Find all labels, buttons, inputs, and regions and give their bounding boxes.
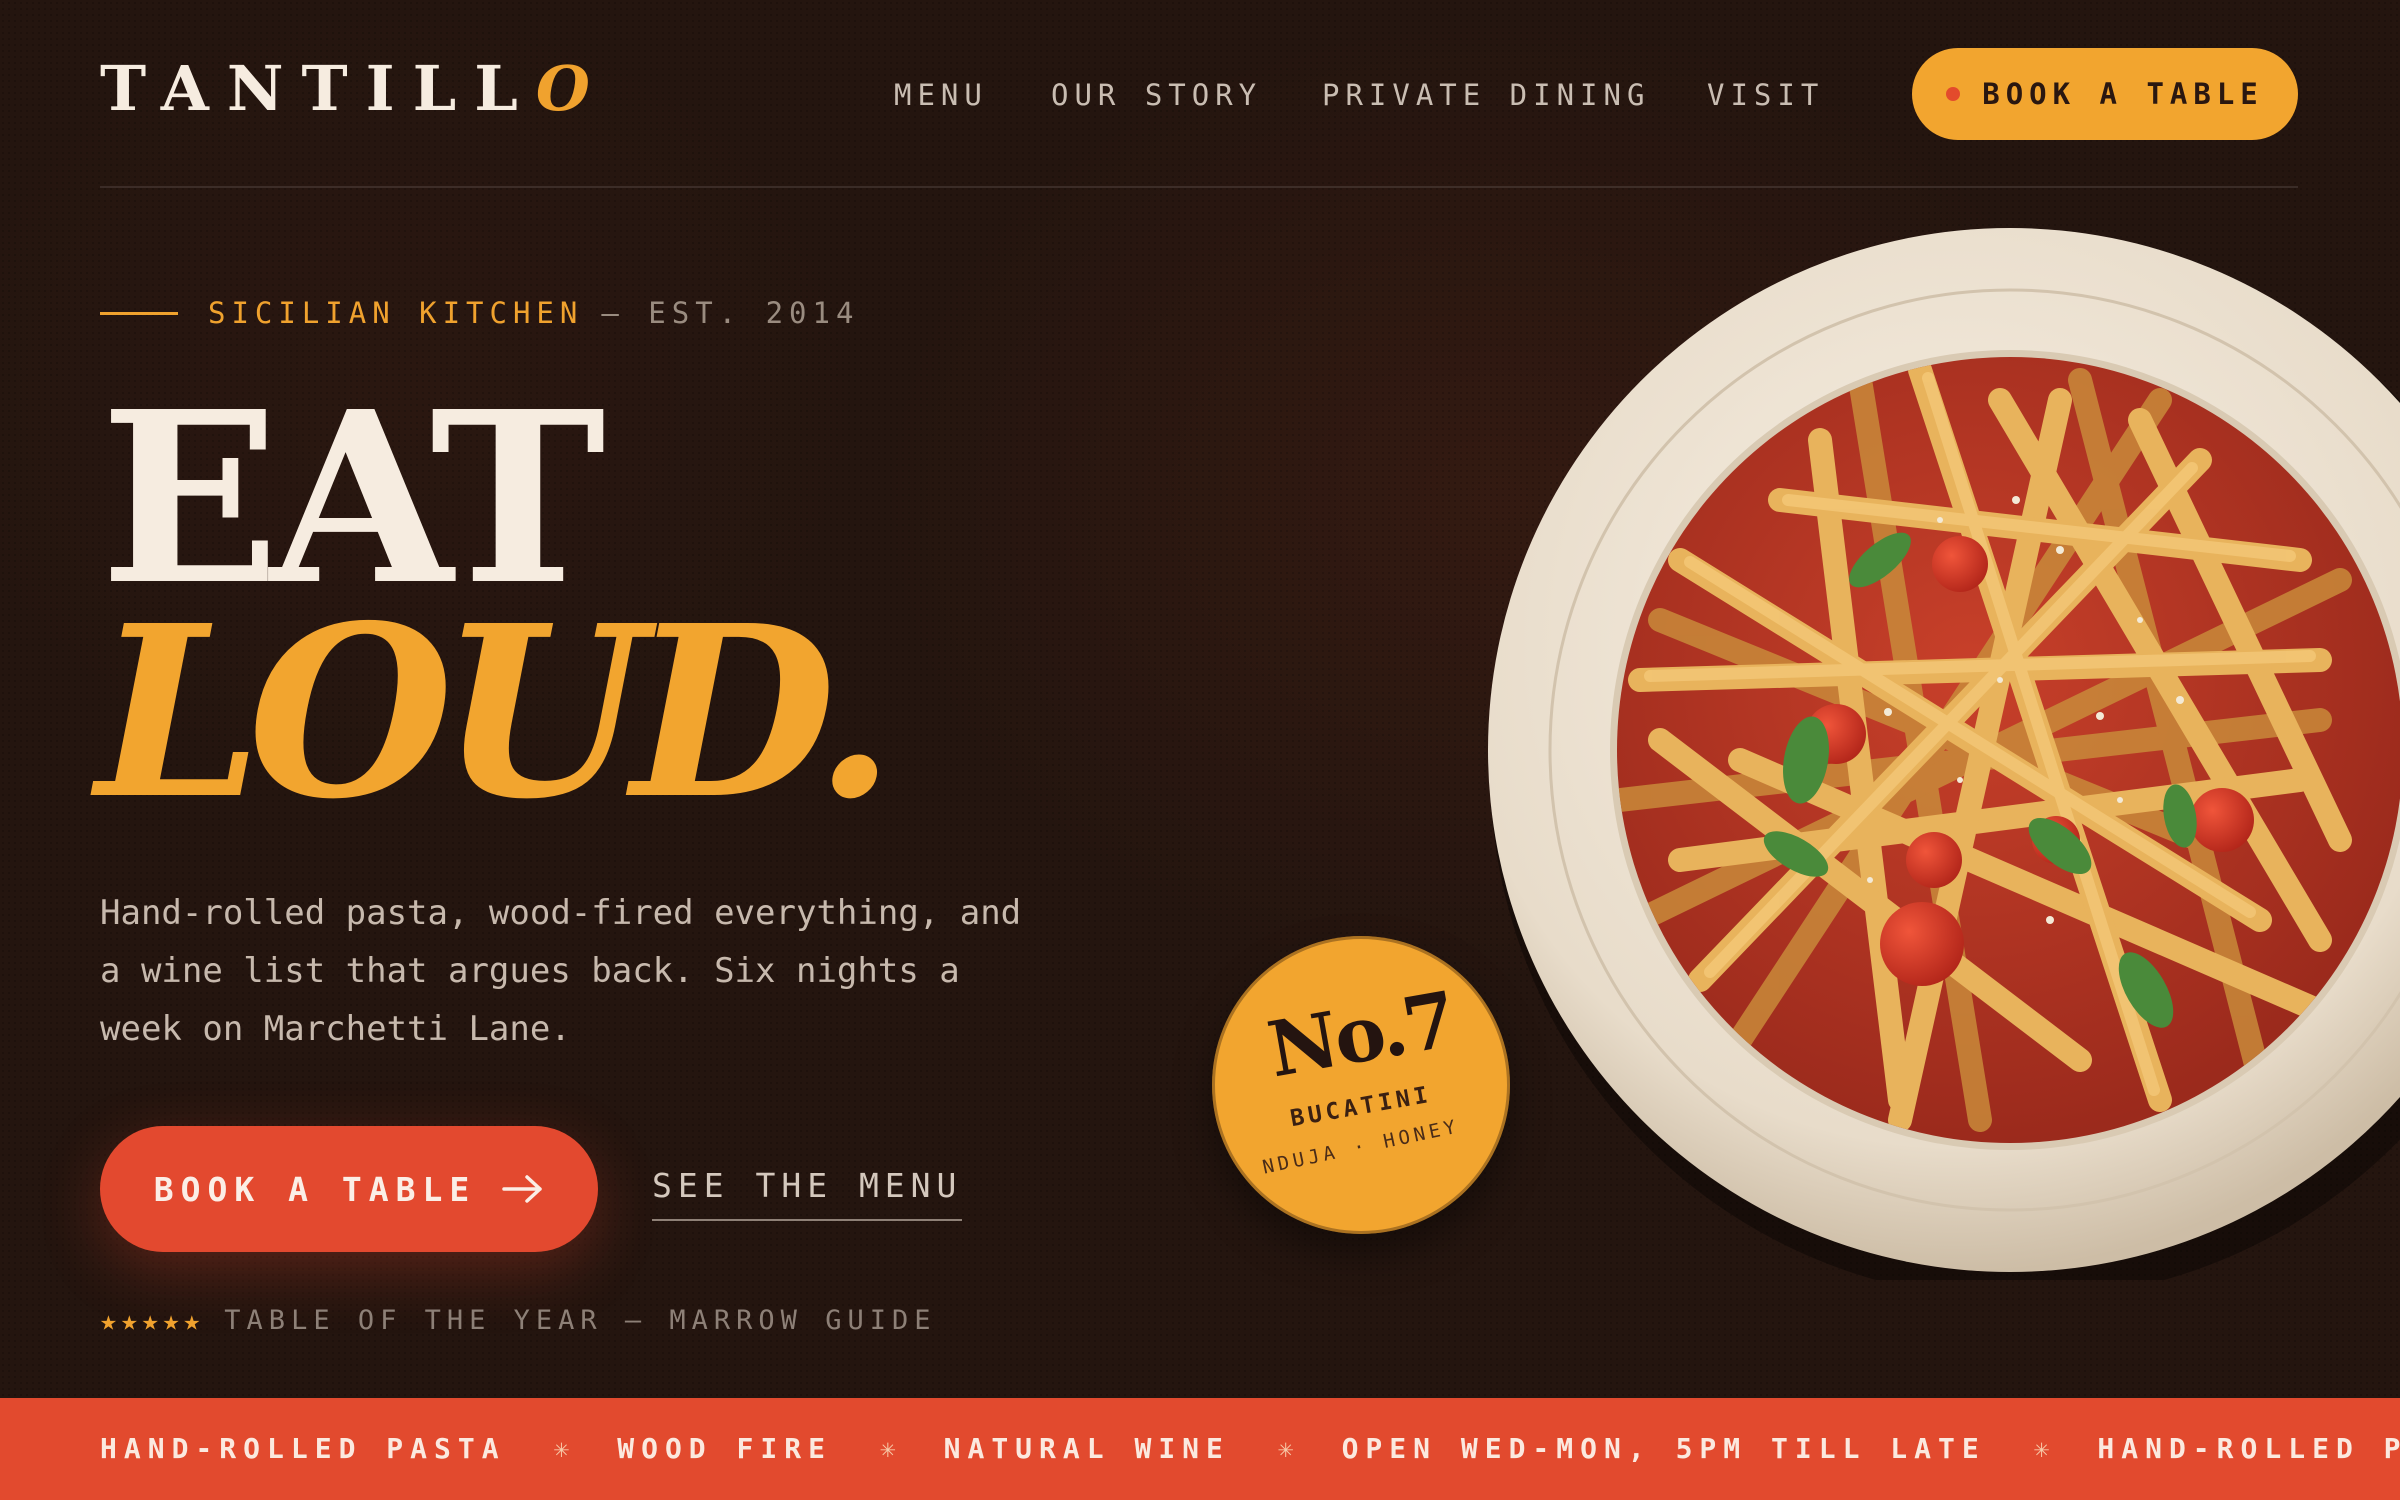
headline-line-2: LOUD. — [96, 573, 896, 851]
nav-link-visit[interactable]: VISIT — [1707, 78, 1824, 112]
marquee-ticker: HAND-ROLLED PASTA ✳ WOOD FIRE ✳ NATURAL … — [0, 1398, 2400, 1500]
dish-badge: No.7 BUCATINI NDUJA · HONEY — [1212, 936, 1510, 1234]
header-book-table-label: BOOK A TABLE — [1982, 77, 2264, 111]
eyebrow-kitchen: SICILIAN KITCHEN — [208, 296, 584, 330]
logo-accent-letter: O — [535, 52, 590, 125]
logo-wordmark: TANTILL — [100, 52, 536, 125]
star-rating-icon: ★★★★★ — [100, 1304, 205, 1337]
ticker-track: HAND-ROLLED PASTA ✳ WOOD FIRE ✳ NATURAL … — [100, 1432, 2400, 1465]
hero-description: Hand-rolled pasta, wood-fired everything… — [100, 893, 1022, 1049]
ticker-item: HAND-ROLLED PASTA — [100, 1432, 506, 1465]
asterisk-icon: ✳ — [2033, 1433, 2050, 1464]
award-text: TABLE OF THE YEAR — MARROW GUIDE — [224, 1305, 937, 1336]
asterisk-icon: ✳ — [1277, 1433, 1294, 1464]
asterisk-icon: ✳ — [553, 1433, 570, 1464]
arrow-right-icon — [502, 1175, 542, 1203]
nav-link-private-dining[interactable]: PRIVATE DINING — [1322, 78, 1650, 112]
nav-link-menu[interactable]: MENU — [894, 78, 988, 112]
hero-eyebrow: SICILIAN KITCHEN — EST. 2014 — [100, 296, 859, 330]
dot-icon — [1946, 87, 1961, 101]
award-line: ★★★★★ TABLE OF THE YEAR — MARROW GUIDE — [100, 1304, 936, 1337]
header-divider — [100, 186, 2298, 188]
header-book-table-button[interactable]: BOOK A TABLE — [1912, 48, 2298, 140]
pasta-bowl-illustration — [1488, 228, 2400, 1280]
ticker-item: NATURAL WINE — [943, 1432, 1230, 1465]
book-table-label: BOOK A TABLE — [153, 1169, 477, 1209]
ticker-item: OPEN WED-MON, 5PM TILL LATE — [1341, 1432, 1986, 1465]
see-menu-link[interactable]: SEE THE MENU — [652, 1166, 963, 1221]
eyebrow-established: — EST. 2014 — [601, 296, 860, 330]
book-table-button[interactable]: BOOK A TABLE — [100, 1126, 598, 1252]
asterisk-icon: ✳ — [879, 1433, 896, 1464]
ticker-item: WOOD FIRE — [617, 1432, 832, 1465]
eyebrow-rule — [100, 311, 178, 315]
nav-link-our-story[interactable]: OUR STORY — [1051, 78, 1262, 112]
ticker-item: HAND-ROLLED PASTA — [2097, 1432, 2400, 1465]
site-logo[interactable]: TANTILLO — [100, 58, 590, 120]
